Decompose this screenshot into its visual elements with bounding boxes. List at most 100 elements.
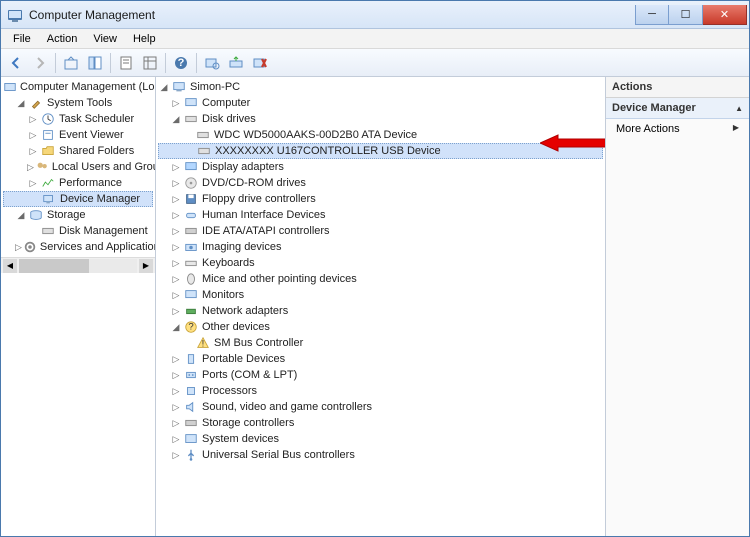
- properties-button[interactable]: [115, 52, 137, 74]
- dev-usb-ctrl[interactable]: ▷Universal Serial Bus controllers: [158, 447, 603, 463]
- collapse-icon[interactable]: ▷: [170, 97, 182, 109]
- actions-header: Actions: [606, 77, 749, 98]
- dev-smbus[interactable]: !SM Bus Controller: [158, 335, 603, 351]
- left-pane[interactable]: Computer Management (Local ◢ System Tool…: [1, 77, 156, 536]
- tree-root[interactable]: Computer Management (Local: [3, 79, 153, 95]
- tools-icon: [28, 96, 44, 110]
- monitor-icon: [183, 288, 199, 302]
- show-hide-tree-button[interactable]: [84, 52, 106, 74]
- collapse-icon[interactable]: ▷: [170, 417, 182, 429]
- tree-event-viewer[interactable]: ▷Event Viewer: [3, 127, 153, 143]
- clock-icon: [40, 112, 56, 126]
- actions-block-device-manager[interactable]: Device Manager ▲: [606, 98, 749, 119]
- collapse-icon[interactable]: ▷: [170, 273, 182, 285]
- dev-processors[interactable]: ▷Processors: [158, 383, 603, 399]
- collapse-icon[interactable]: ▷: [27, 113, 39, 125]
- tree-task-scheduler[interactable]: ▷Task Scheduler: [3, 111, 153, 127]
- back-button[interactable]: [5, 52, 27, 74]
- collapse-icon[interactable]: ▷: [27, 145, 39, 157]
- window-title: Computer Management: [29, 8, 635, 22]
- collapse-icon[interactable]: ▷: [170, 177, 182, 189]
- dev-usb-controller[interactable]: XXXXXXXX U167CONTROLLER USB Device: [158, 143, 603, 159]
- collapse-icon[interactable]: ▷: [170, 289, 182, 301]
- up-button[interactable]: [60, 52, 82, 74]
- tree-device-manager[interactable]: Device Manager: [3, 191, 153, 207]
- dev-monitors[interactable]: ▷Monitors: [158, 287, 603, 303]
- menu-view[interactable]: View: [85, 31, 125, 47]
- center-pane[interactable]: ◢Simon-PC ▷Computer ◢Disk drives WDC WD5…: [156, 77, 606, 536]
- minimize-button[interactable]: ─: [635, 5, 669, 25]
- tree-performance[interactable]: ▷Performance: [3, 175, 153, 191]
- dev-diskdrives[interactable]: ◢Disk drives: [158, 111, 603, 127]
- usb-icon: [183, 448, 199, 462]
- help-button[interactable]: ?: [170, 52, 192, 74]
- dev-display[interactable]: ▷Display adapters: [158, 159, 603, 175]
- dev-computer[interactable]: ▷Computer: [158, 95, 603, 111]
- dev-mice[interactable]: ▷Mice and other pointing devices: [158, 271, 603, 287]
- menu-file[interactable]: File: [5, 31, 39, 47]
- dev-imaging[interactable]: ▷Imaging devices: [158, 239, 603, 255]
- uninstall-button[interactable]: [249, 52, 271, 74]
- dev-dvdcd[interactable]: ▷DVD/CD-ROM drives: [158, 175, 603, 191]
- collapse-icon[interactable]: ▷: [170, 401, 182, 413]
- tree-storage[interactable]: ◢Storage: [3, 207, 153, 223]
- toggle-view-button[interactable]: [139, 52, 161, 74]
- dev-storage-ctrl[interactable]: ▷Storage controllers: [158, 415, 603, 431]
- collapse-icon[interactable]: ▷: [170, 225, 182, 237]
- tree-disk-management[interactable]: Disk Management: [3, 223, 153, 239]
- forward-button[interactable]: [29, 52, 51, 74]
- hid-icon: [183, 208, 199, 222]
- dev-ports[interactable]: ▷Ports (COM & LPT): [158, 367, 603, 383]
- expand-icon[interactable]: ◢: [158, 81, 170, 93]
- dev-portable[interactable]: ▷Portable Devices: [158, 351, 603, 367]
- collapse-icon[interactable]: ▷: [170, 161, 182, 173]
- svg-text:?: ?: [188, 322, 193, 333]
- collapse-icon[interactable]: ▷: [170, 353, 182, 365]
- collapse-icon[interactable]: ▷: [170, 433, 182, 445]
- dev-system[interactable]: ▷System devices: [158, 431, 603, 447]
- dev-wdc[interactable]: WDC WD5000AAKS-00D2B0 ATA Device: [158, 127, 603, 143]
- scroll-left-icon[interactable]: ◀: [3, 259, 17, 273]
- left-scrollbar[interactable]: ◀ ▶: [1, 257, 155, 273]
- close-button[interactable]: ✕: [703, 5, 747, 25]
- expand-icon[interactable]: ◢: [170, 113, 182, 125]
- expand-icon[interactable]: ◢: [15, 209, 27, 221]
- expand-icon[interactable]: ◢: [170, 321, 182, 333]
- device-tree: ◢Simon-PC ▷Computer ◢Disk drives WDC WD5…: [156, 77, 605, 465]
- collapse-icon[interactable]: ▷: [27, 129, 39, 141]
- collapse-icon[interactable]: ▷: [15, 241, 22, 253]
- collapse-icon[interactable]: ▷: [170, 257, 182, 269]
- tree-services-apps[interactable]: ▷Services and Applications: [3, 239, 153, 255]
- dev-root[interactable]: ◢Simon-PC: [158, 79, 603, 95]
- collapse-icon[interactable]: ▷: [170, 369, 182, 381]
- dev-network[interactable]: ▷Network adapters: [158, 303, 603, 319]
- sound-icon: [183, 400, 199, 414]
- tree-shared-folders[interactable]: ▷Shared Folders: [3, 143, 153, 159]
- collapse-icon[interactable]: ▷: [170, 241, 182, 253]
- actions-more-actions[interactable]: More Actions ▶: [606, 119, 749, 139]
- collapse-icon[interactable]: ▷: [27, 161, 34, 173]
- update-driver-button[interactable]: [225, 52, 247, 74]
- collapse-icon[interactable]: ▷: [170, 385, 182, 397]
- dev-other[interactable]: ◢?Other devices: [158, 319, 603, 335]
- tree-system-tools[interactable]: ◢ System Tools: [3, 95, 153, 111]
- collapse-icon[interactable]: ▷: [170, 193, 182, 205]
- collapse-icon[interactable]: ▷: [170, 305, 182, 317]
- menu-help[interactable]: Help: [125, 31, 164, 47]
- collapse-icon[interactable]: ▷: [170, 449, 182, 461]
- dev-keyboards[interactable]: ▷Keyboards: [158, 255, 603, 271]
- floppy-icon: [183, 192, 199, 206]
- expand-icon[interactable]: ◢: [15, 97, 27, 109]
- dev-hid[interactable]: ▷Human Interface Devices: [158, 207, 603, 223]
- collapse-icon[interactable]: ▷: [27, 177, 39, 189]
- scroll-right-icon[interactable]: ▶: [139, 259, 153, 273]
- menu-action[interactable]: Action: [39, 31, 86, 47]
- dev-ide[interactable]: ▷IDE ATA/ATAPI controllers: [158, 223, 603, 239]
- dev-floppy[interactable]: ▷Floppy drive controllers: [158, 191, 603, 207]
- tree-local-users[interactable]: ▷Local Users and Groups: [3, 159, 153, 175]
- storage-ctrl-icon: [183, 416, 199, 430]
- scan-button[interactable]: [201, 52, 223, 74]
- maximize-button[interactable]: ☐: [669, 5, 703, 25]
- collapse-icon[interactable]: ▷: [170, 209, 182, 221]
- dev-sound[interactable]: ▷Sound, video and game controllers: [158, 399, 603, 415]
